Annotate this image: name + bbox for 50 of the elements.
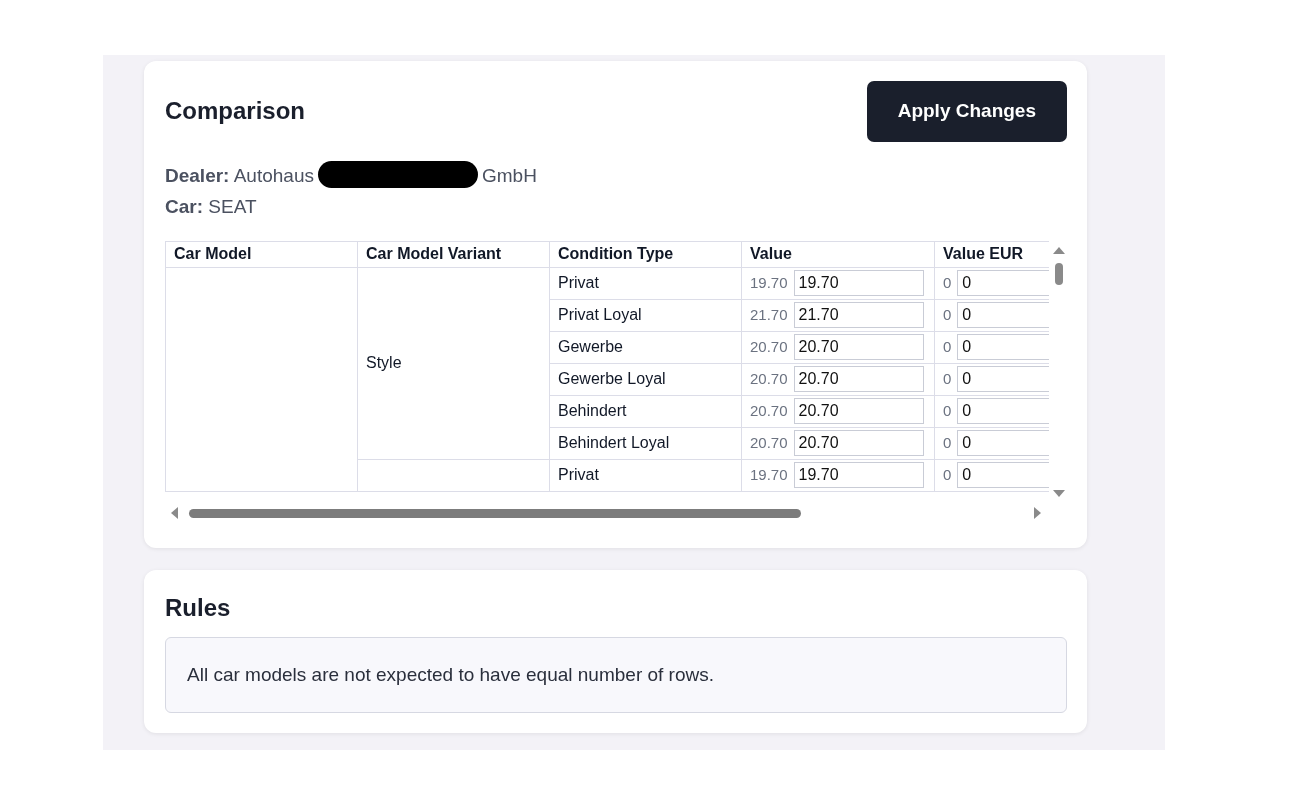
condition-type: Privat Loyal	[558, 306, 642, 323]
variant-name: Style	[366, 354, 402, 371]
value-input[interactable]: 0	[957, 302, 1049, 328]
condition-type: Privat	[558, 466, 599, 483]
column-header: Value EUR	[934, 241, 1049, 267]
condition-type: Gewerbe	[558, 338, 623, 355]
reference-value: 0	[943, 464, 952, 485]
value-input[interactable]: 19.70	[793, 270, 924, 296]
field-label: Dealer:	[165, 164, 230, 186]
value-input[interactable]: 0	[957, 334, 1049, 360]
reference-value: 20.70	[750, 368, 788, 389]
value-input[interactable]: 19.70	[793, 462, 924, 488]
value-input[interactable]: 20.70	[793, 430, 924, 456]
reference-value: 19.70	[750, 464, 788, 485]
reference-value: 20.70	[750, 336, 788, 357]
column-header: Condition Type	[549, 241, 742, 267]
column-header: Value	[741, 241, 935, 267]
apply-changes-button[interactable]: Apply Changes	[866, 81, 1067, 142]
reference-value: 0	[943, 304, 952, 325]
value-input[interactable]: 20.70	[793, 366, 924, 392]
dealer-name: Autohaus	[233, 164, 314, 186]
car-name: SEAT	[208, 195, 257, 217]
column-header: Car Model	[165, 241, 358, 267]
reference-value: 0	[943, 368, 952, 389]
rule-message: All car models are not expected to have equal number of rows.	[165, 636, 1067, 714]
reference-value: 0	[943, 432, 952, 453]
reference-value: 20.70	[750, 432, 788, 453]
condition-type: Gewerbe Loyal	[558, 370, 666, 387]
condition-type: Privat	[558, 274, 599, 291]
condition-type: Behindert	[558, 402, 627, 419]
value-input[interactable]: 0	[957, 270, 1049, 296]
value-input[interactable]: 0	[957, 398, 1049, 424]
reference-value: 21.70	[750, 304, 788, 325]
reference-value: 0	[943, 272, 952, 293]
value-input[interactable]: 0	[957, 366, 1049, 392]
value-input[interactable]: 20.70	[793, 398, 924, 424]
reference-value: 0	[943, 336, 952, 357]
reference-value: 19.70	[750, 272, 788, 293]
value-input[interactable]: 21.70	[793, 302, 924, 328]
value-input[interactable]: 20.70	[793, 334, 924, 360]
card-title: Rules	[165, 594, 232, 623]
card-title: Comparison	[165, 96, 305, 126]
reference-value: 20.70	[750, 400, 788, 421]
field-label: Car:	[165, 195, 203, 217]
reference-value: 0	[943, 400, 952, 421]
value-input[interactable]: 0	[957, 462, 1049, 488]
dealer-name: GmbH	[481, 164, 537, 186]
condition-type: Behindert Loyal	[558, 434, 670, 451]
value-input[interactable]: 0	[957, 430, 1049, 456]
column-header: Car Model Variant	[357, 241, 550, 267]
